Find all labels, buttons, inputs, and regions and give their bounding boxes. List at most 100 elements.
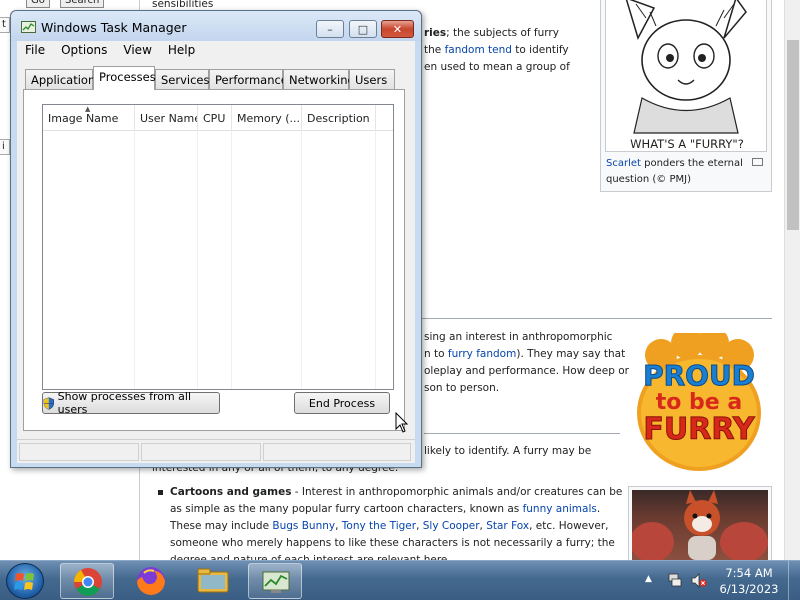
comic-speech-text: WHAT'S A "FURRY"?: [630, 137, 744, 151]
page-scrollbar[interactable]: [784, 0, 800, 560]
end-process-button[interactable]: End Process: [294, 392, 390, 414]
column-header-image-name[interactable]: ▲ Image Name: [43, 105, 135, 131]
column-header-user-name[interactable]: User Name: [135, 105, 198, 131]
process-list-header: ▲ Image Name User Name CPU Memory (... D…: [43, 105, 393, 131]
network-icon[interactable]: [667, 573, 683, 588]
comic-image[interactable]: WHAT'S A "FURRY"?: [605, 0, 767, 152]
taskbar-task-manager[interactable]: [248, 563, 302, 599]
show-desktop-button[interactable]: [788, 561, 800, 600]
link-funny-animals[interactable]: funny animals: [523, 503, 597, 515]
article-text: ries; the subjects of furry: [424, 25, 559, 42]
column-divider: [375, 131, 376, 389]
window-title: Windows Task Manager: [41, 20, 187, 35]
show-hidden-icons-icon[interactable]: ▲: [645, 574, 652, 584]
text-span: ). They may say that: [516, 348, 626, 360]
tab-networking[interactable]: Networking: [283, 69, 355, 89]
link-star-fox[interactable]: Star Fox: [486, 520, 529, 532]
text-span: n to: [424, 348, 448, 360]
sidebar-fragment: i: [0, 139, 10, 155]
link-tend[interactable]: tend: [488, 44, 512, 56]
column-label: Image Name: [48, 112, 119, 125]
clock-date: 6/13/2023: [719, 582, 779, 596]
processes-panel: ▲ Image Name User Name CPU Memory (... D…: [23, 89, 405, 431]
menu-view[interactable]: View: [115, 41, 159, 61]
taskbar-file-explorer[interactable]: [186, 563, 240, 599]
maximize-button[interactable]: □: [349, 20, 377, 38]
section-divider: [424, 433, 620, 434]
menu-options[interactable]: Options: [53, 41, 115, 61]
start-button[interactable]: [6, 563, 44, 599]
column-header-description[interactable]: Description: [302, 105, 376, 131]
title-bar[interactable]: Windows Task Manager – □ ✕: [11, 11, 421, 41]
link-tony-the-tiger[interactable]: Tony the Tiger: [342, 520, 416, 532]
article-text: someone who merely happens to like these…: [170, 537, 615, 549]
status-cell: [263, 443, 411, 461]
tab-applications[interactable]: Applications: [25, 69, 101, 89]
link-fandom[interactable]: fandom: [445, 44, 485, 56]
text-span: ; the subjects of furry: [446, 27, 559, 39]
tab-services[interactable]: Services: [155, 69, 210, 89]
scrollbar-thumb[interactable]: [787, 40, 799, 230]
minimize-icon: –: [327, 22, 333, 36]
clock-time: 7:54 AM: [725, 566, 773, 580]
taskbar: ▲ 7:54 AM 6/13/2023: [0, 560, 800, 600]
link-scarlet[interactable]: Scarlet: [606, 158, 641, 169]
volume-muted-icon[interactable]: [691, 573, 707, 588]
uac-shield-icon: [43, 396, 54, 410]
column-header-memory[interactable]: Memory (...: [232, 105, 302, 131]
task-manager-icon: [21, 21, 36, 33]
close-button[interactable]: ✕: [381, 20, 414, 38]
comic-caption: Scarlet ponders the eternal question (© …: [606, 156, 743, 188]
article-text: as simple as the many popular furry cart…: [170, 501, 600, 518]
text-span: These may include: [170, 520, 273, 532]
fursuit-drawing: [632, 490, 768, 560]
proud-furry-badge[interactable]: PROUD to be a FURRY: [635, 327, 763, 473]
text-span: , etc. However,: [529, 520, 609, 532]
menu-help[interactable]: Help: [160, 41, 203, 61]
text-span: as simple as the many popular furry cart…: [170, 503, 523, 515]
list-bullet: [158, 490, 163, 495]
tab-users[interactable]: Users: [349, 69, 395, 89]
link-furry-fandom[interactable]: furry fandom: [448, 348, 516, 360]
article-text: sing an interest in anthropomorphic: [424, 331, 613, 343]
badge-line1: PROUD: [643, 359, 755, 392]
fursuit-photo[interactable]: [632, 490, 768, 560]
text-span: to identify: [511, 44, 569, 56]
article-text: en used to mean a group of: [424, 61, 570, 73]
chrome-icon: [74, 568, 102, 596]
article-text: the fandom tend to identify: [424, 42, 569, 59]
taskbar-firefox[interactable]: [124, 563, 178, 599]
article-text: degree and nature of each interest are r…: [170, 554, 451, 560]
firefox-icon: [137, 567, 165, 595]
text-span: - Interest in anthropomorphic animals an…: [291, 486, 623, 498]
menu-file[interactable]: File: [17, 41, 53, 61]
column-divider: [197, 131, 198, 389]
article-text: Cartoons and games - Interest in anthrop…: [170, 484, 622, 501]
link-bugs-bunny[interactable]: Bugs Bunny: [272, 520, 335, 532]
enlarge-icon[interactable]: [752, 158, 763, 166]
process-list[interactable]: ▲ Image Name User Name CPU Memory (... D…: [42, 104, 394, 390]
link-sly-cooper[interactable]: Sly Cooper: [423, 520, 480, 532]
search-button[interactable]: Search: [60, 0, 105, 8]
menu-bar: File Options View Help: [17, 41, 415, 61]
sidebar-fragment: t: [0, 17, 10, 33]
paw-badge-graphic: PROUD to be a FURRY: [637, 327, 761, 471]
minimize-button[interactable]: –: [316, 20, 344, 38]
article-text: oleplay and performance. How deep or: [424, 365, 629, 377]
go-button[interactable]: Go: [26, 0, 50, 8]
tab-processes[interactable]: Processes: [93, 66, 156, 90]
button-label: Show processes from all users: [57, 390, 192, 416]
status-bar: [17, 439, 415, 463]
column-divider: [231, 131, 232, 389]
article-text: likely to identify. A furry may be: [424, 445, 592, 457]
mouse-cursor-icon: [395, 412, 409, 433]
show-all-processes-button[interactable]: Show processes from all users: [42, 390, 220, 416]
fursuit-photo-box: [628, 486, 772, 560]
system-clock[interactable]: 7:54 AM 6/13/2023: [716, 565, 782, 597]
taskbar-chrome[interactable]: [60, 563, 114, 599]
column-divider: [134, 131, 135, 389]
tab-performance[interactable]: Performance: [209, 69, 288, 89]
column-header-cpu[interactable]: CPU: [198, 105, 232, 131]
task-manager-window[interactable]: Windows Task Manager – □ ✕ File Options …: [10, 10, 422, 468]
bold-term: Cartoons and games: [170, 486, 292, 498]
